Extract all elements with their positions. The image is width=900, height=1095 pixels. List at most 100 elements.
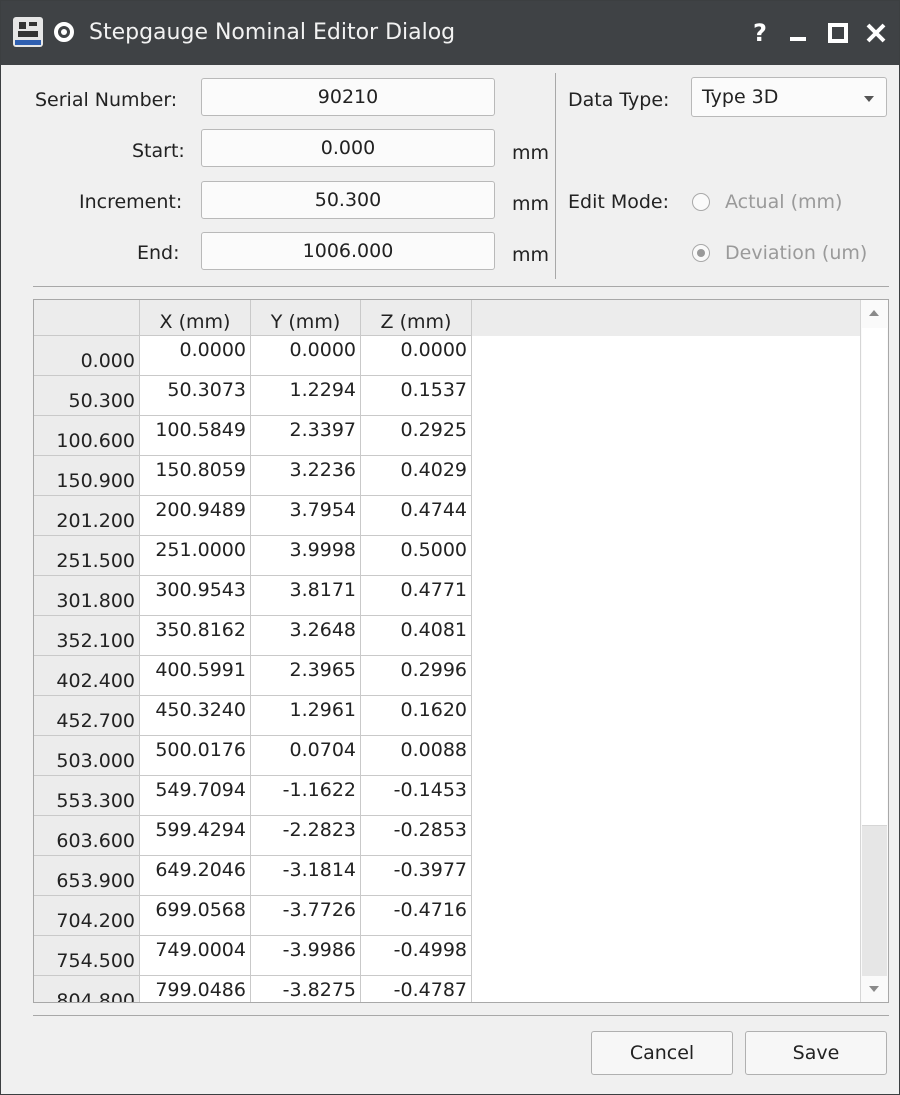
table-cell[interactable]: 100.5849 [140,416,251,456]
table-cell[interactable]: 350.8162 [140,616,251,656]
row-header[interactable]: 251.500 [34,536,140,576]
table-cell[interactable]: 699.0568 [140,896,251,936]
nominal-table[interactable]: X (mm) Y (mm) Z (mm) 0.000 0.0000 0.0000 0.… [33,299,889,1003]
table-cell[interactable]: 1.2961 [251,696,361,736]
scrollbar-track[interactable] [862,826,887,976]
table-cell[interactable]: 0.5000 [361,536,472,576]
row-header[interactable]: 402.400 [34,656,140,696]
column-header-z[interactable]: Z (mm) [361,300,472,336]
table-cell[interactable]: 0.2925 [361,416,472,456]
start-field[interactable]: 0.000 [201,129,495,167]
row-header[interactable]: 201.200 [34,496,140,536]
scrollbar-thumb[interactable] [862,328,887,826]
table-cell[interactable]: 649.2046 [140,856,251,896]
table-cell[interactable]: -0.1453 [361,776,472,816]
table-row[interactable]: 352.100 350.8162 3.2648 0.4081 [34,616,472,656]
serial-number-field[interactable]: 90210 [201,78,495,116]
table-row[interactable]: 301.800 300.9543 3.8171 0.4771 [34,576,472,616]
table-row[interactable]: 503.000 500.0176 0.0704 0.0088 [34,736,472,776]
table-row[interactable]: 100.600 100.5849 2.3397 0.2925 [34,416,472,456]
radio-deviation-um[interactable] [692,244,710,262]
table-cell[interactable]: 3.8171 [251,576,361,616]
table-cell[interactable]: 0.4744 [361,496,472,536]
row-header[interactable]: 804.800 [34,976,140,1002]
table-cell[interactable]: 2.3397 [251,416,361,456]
table-row[interactable]: 754.500 749.0004 -3.9986 -0.4998 [34,936,472,976]
table-cell[interactable]: 0.2996 [361,656,472,696]
table-row[interactable]: 603.600 599.4294 -2.2823 -0.2853 [34,816,472,856]
table-cell[interactable]: -3.7726 [251,896,361,936]
table-cell[interactable]: 3.2236 [251,456,361,496]
table-cell[interactable]: 0.4029 [361,456,472,496]
table-cell[interactable]: 599.4294 [140,816,251,856]
table-cell[interactable]: 251.0000 [140,536,251,576]
table-cell[interactable]: 300.9543 [140,576,251,616]
table-cell[interactable]: 50.3073 [140,376,251,416]
help-button[interactable]: ? [743,15,777,51]
row-header[interactable]: 704.200 [34,896,140,936]
table-cell[interactable]: 200.9489 [140,496,251,536]
title-bar[interactable]: Stepgauge Nominal Editor Dialog ? [1,1,899,65]
table-cell[interactable]: 0.0000 [140,336,251,376]
table-corner[interactable] [34,300,140,336]
table-cell[interactable]: 0.4081 [361,616,472,656]
table-row[interactable]: 804.800 799.0486 -3.8275 -0.4787 [34,976,472,1002]
row-header[interactable]: 754.500 [34,936,140,976]
table-cell[interactable]: 150.8059 [140,456,251,496]
table-cell[interactable]: 799.0486 [140,976,251,1002]
table-cell[interactable]: 549.7094 [140,776,251,816]
table-cell[interactable]: -0.4716 [361,896,472,936]
data-type-select[interactable]: Type 3D [691,77,887,117]
table-row[interactable]: 452.700 450.3240 1.2961 0.1620 [34,696,472,736]
radio-actual-mm[interactable] [692,193,710,211]
increment-field[interactable]: 50.300 [201,181,495,219]
row-header[interactable]: 603.600 [34,816,140,856]
table-cell[interactable]: 3.7954 [251,496,361,536]
scroll-down-icon[interactable] [869,986,879,992]
table-row[interactable]: 0.000 0.0000 0.0000 0.0000 [34,336,472,376]
table-cell[interactable]: -2.2823 [251,816,361,856]
row-header[interactable]: 653.900 [34,856,140,896]
close-button[interactable] [859,15,893,51]
table-cell[interactable]: 0.0000 [251,336,361,376]
table-cell[interactable]: 400.5991 [140,656,251,696]
table-cell[interactable]: 0.0704 [251,736,361,776]
table-row[interactable]: 50.300 50.3073 1.2294 0.1537 [34,376,472,416]
row-header[interactable]: 0.000 [34,336,140,376]
table-cell[interactable]: -0.3977 [361,856,472,896]
table-row[interactable]: 704.200 699.0568 -3.7726 -0.4716 [34,896,472,936]
end-field[interactable]: 1006.000 [201,232,495,270]
column-header-y[interactable]: Y (mm) [251,300,361,336]
cancel-button[interactable]: Cancel [591,1031,733,1075]
table-cell[interactable]: 3.9998 [251,536,361,576]
maximize-button[interactable] [821,15,855,51]
row-header[interactable]: 50.300 [34,376,140,416]
vertical-scrollbar[interactable] [860,300,888,1002]
row-header[interactable]: 452.700 [34,696,140,736]
table-cell[interactable]: -3.1814 [251,856,361,896]
radio-deviation-label[interactable]: Deviation (um) [725,242,867,264]
table-cell[interactable]: -0.4998 [361,936,472,976]
table-row[interactable]: 653.900 649.2046 -3.1814 -0.3977 [34,856,472,896]
table-row[interactable]: 402.400 400.5991 2.3965 0.2996 [34,656,472,696]
row-header[interactable]: 352.100 [34,616,140,656]
row-header[interactable]: 150.900 [34,456,140,496]
table-cell[interactable]: 0.4771 [361,576,472,616]
row-header[interactable]: 100.600 [34,416,140,456]
table-cell[interactable]: -3.9986 [251,936,361,976]
minimize-button[interactable] [781,15,815,51]
table-row[interactable]: 251.500 251.0000 3.9998 0.5000 [34,536,472,576]
table-cell[interactable]: -0.2853 [361,816,472,856]
settings-icon[interactable] [53,21,75,43]
row-header[interactable]: 301.800 [34,576,140,616]
table-cell[interactable]: -1.1622 [251,776,361,816]
table-row[interactable]: 150.900 150.8059 3.2236 0.4029 [34,456,472,496]
table-cell[interactable]: 1.2294 [251,376,361,416]
save-button[interactable]: Save [745,1031,887,1075]
radio-actual-label[interactable]: Actual (mm) [725,191,842,213]
table-cell[interactable]: 749.0004 [140,936,251,976]
table-cell[interactable]: -0.4787 [361,976,472,1002]
table-cell[interactable]: 0.1620 [361,696,472,736]
table-cell[interactable]: 450.3240 [140,696,251,736]
table-cell[interactable]: 3.2648 [251,616,361,656]
